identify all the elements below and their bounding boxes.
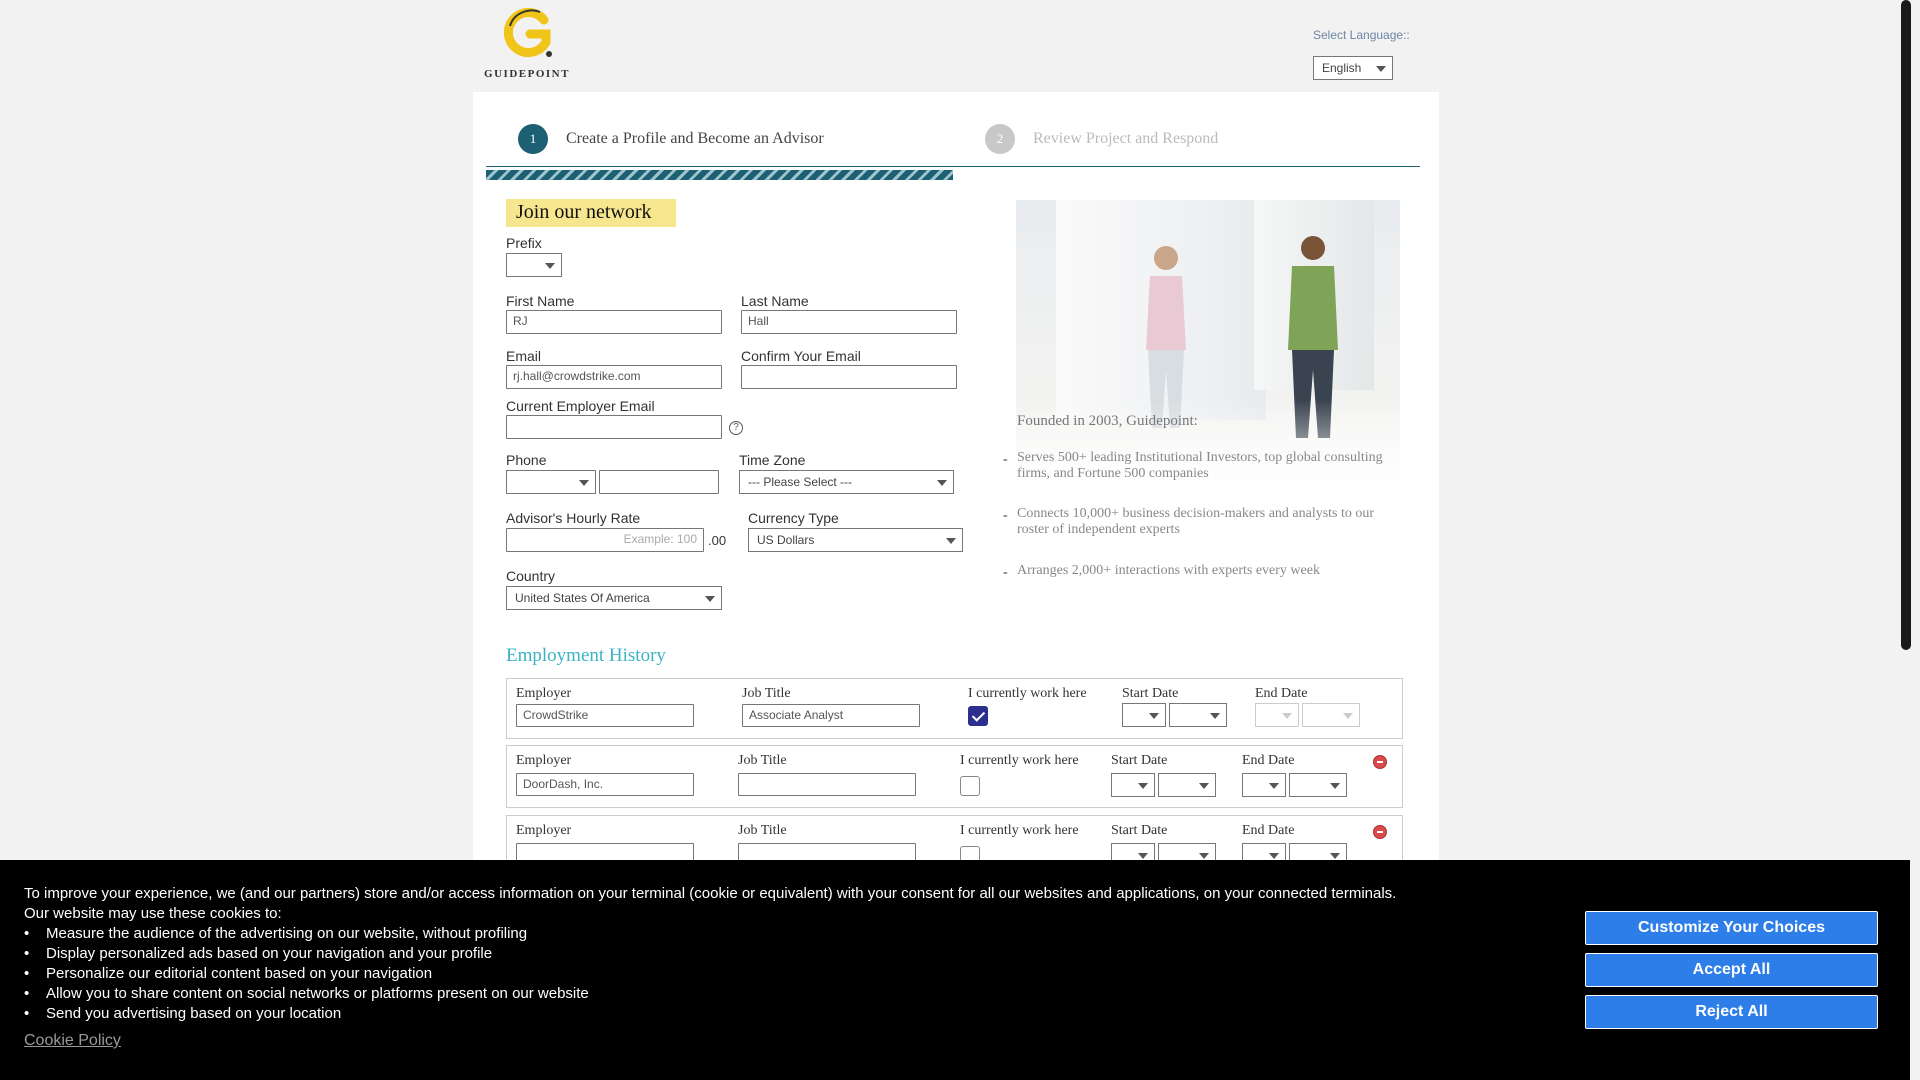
cookie-purpose-item: Personalize our editorial content based … [24,964,589,984]
currency-label: Currency Type [748,510,839,526]
last-name-input[interactable]: Hall [741,310,957,334]
current-work-label: I currently work here [960,753,1079,768]
about-bullet-text: Arranges 2,000+ interactions with expert… [1017,563,1320,578]
end-date-label: End Date [1242,753,1295,768]
cookie-intro: To improve your experience, we (and our … [24,884,1396,924]
step-label-1: Create a Profile and Become an Advisor [566,130,824,147]
first-name-input[interactable]: RJ [506,310,722,334]
help-icon[interactable]: ? [729,421,743,435]
confirm-email-label: Confirm Your Email [741,348,861,364]
end-year-select[interactable] [1289,773,1347,797]
first-name-label: First Name [506,293,575,309]
progress-bar [486,170,953,180]
end-year-select[interactable] [1302,703,1360,727]
end-date-label: End Date [1242,823,1295,838]
step-divider [486,166,1420,167]
last-name-label: Last Name [741,293,809,309]
cookie-purpose-item: Send you advertising based on your locat… [24,1004,589,1024]
logo-wordmark: GUIDEPOINT [484,68,570,80]
employer-email-label: Current Employer Email [506,398,655,414]
job-title-label: Job Title [742,686,791,701]
cookie-purpose-list: Measure the audience of the advertising … [24,924,589,1024]
start-date-label: Start Date [1111,823,1168,838]
current-work-checkbox[interactable] [968,706,988,726]
current-work-label: I currently work here [960,823,1079,838]
prefix-label: Prefix [506,235,542,251]
job-title-input[interactable]: Associate Analyst [742,704,920,727]
scrollbar-thumb[interactable] [1901,0,1911,650]
start-year-select[interactable] [1169,703,1227,727]
step-number-1: 1 [518,124,548,154]
confirm-email-input[interactable] [741,365,957,389]
cookie-intro-line: Our website may use these cookies to: [24,905,282,922]
step-review-project: 2 Review Project and Respond [985,124,1218,154]
country-label: Country [506,568,556,584]
employer-email-input[interactable] [506,415,722,439]
start-year-select[interactable] [1158,773,1216,797]
timezone-select[interactable]: --- Please Select --- [739,470,954,494]
about-bullet: - Connects 10,000+ business decision-make… [1003,506,1403,538]
email-input[interactable]: rj.hall@crowdstrike.com [506,365,722,389]
about-bullet: - Serves 500+ leading Institutional Inves… [1003,450,1403,482]
guidepoint-logo[interactable]: GUIDEPOINT [484,8,570,80]
cookie-banner: To improve your experience, we (and our … [0,860,1910,1080]
remove-row-icon[interactable] [1373,755,1387,769]
remove-row-icon[interactable] [1373,825,1387,839]
start-date-label: Start Date [1122,686,1179,701]
hourly-rate-input[interactable]: Example: 100 [506,528,704,552]
phone-input[interactable] [599,470,719,494]
employer-input[interactable]: CrowdStrike [516,704,694,727]
language-select[interactable]: English [1313,56,1393,80]
accept-all-button[interactable]: Accept All [1585,953,1878,987]
phone-label: Phone [506,452,547,468]
phone-country-select[interactable] [506,470,596,494]
cookie-purpose-item: Display personalized ads based on your n… [24,944,589,964]
cookie-policy-link[interactable]: Cookie Policy [24,1032,121,1050]
email-label: Email [506,348,542,364]
step-label-2: Review Project and Respond [1033,130,1219,147]
reject-all-button[interactable]: Reject All [1585,995,1878,1029]
employer-input[interactable]: DoorDash, Inc. [516,773,694,796]
hero-photo [1016,200,1400,540]
job-title-input[interactable] [738,773,916,796]
current-work-label: I currently work here [968,686,1087,701]
employer-label: Employer [516,753,572,768]
cookie-purpose-item: Measure the audience of the advertising … [24,924,589,944]
form-title: Join our network [506,199,676,227]
cookie-purpose-item: Allow you to share content on social net… [24,984,589,1004]
job-title-label: Job Title [738,823,787,838]
prefix-select[interactable] [506,253,562,277]
rate-label: Advisor's Hourly Rate [506,510,641,526]
end-date-label: End Date [1255,686,1308,701]
guidepoint-logo-icon [503,8,552,57]
timezone-label: Time Zone [739,452,806,468]
about-bullet: - Arranges 2,000+ interactions with exper… [1003,563,1403,580]
job-title-label: Job Title [738,753,787,768]
end-month-select[interactable] [1255,703,1299,727]
rate-suffix: .00 [708,533,727,548]
employer-label: Employer [516,823,572,838]
currency-select[interactable]: US Dollars [748,528,963,552]
step-create-profile: 1 Create a Profile and Become an Advisor [518,124,824,154]
founded-text: Founded in 2003, Guidepoint: [1017,413,1198,429]
about-bullet-text: Serves 500+ leading Institutional Invest… [1017,450,1383,481]
customize-choices-button[interactable]: Customize Your Choices [1585,911,1878,945]
current-work-checkbox[interactable] [960,776,980,796]
employment-history-title: Employment History [506,645,666,666]
start-month-select[interactable] [1122,703,1166,727]
language-label: Select Language:: [1313,28,1410,42]
end-month-select[interactable] [1242,773,1286,797]
country-select[interactable]: United States Of America [506,586,722,610]
employer-label: Employer [516,686,572,701]
about-bullet-text: Connects 10,000+ business decision-maker… [1017,506,1375,537]
start-date-label: Start Date [1111,753,1168,768]
cookie-intro-line: To improve your experience, we (and our … [24,885,1397,902]
step-number-2: 2 [985,124,1015,154]
start-month-select[interactable] [1111,773,1155,797]
